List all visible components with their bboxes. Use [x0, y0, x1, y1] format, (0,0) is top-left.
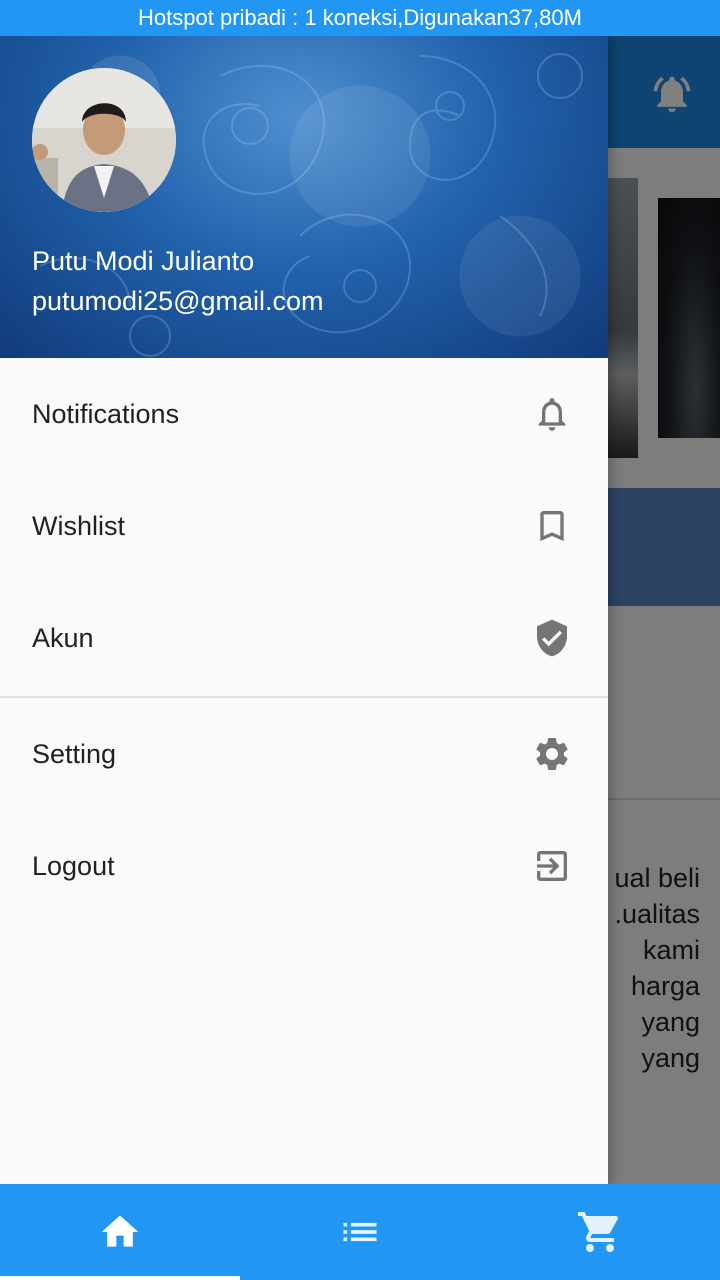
profile-avatar[interactable]: [32, 68, 176, 212]
menu-item-notifications[interactable]: Notifications: [0, 358, 608, 470]
user-email: putumodi25@gmail.com: [32, 286, 324, 316]
menu-item-wishlist[interactable]: Wishlist: [0, 470, 608, 582]
bell-icon: [532, 394, 572, 434]
nav-home-button[interactable]: [0, 1184, 240, 1280]
cart-icon: [578, 1212, 619, 1252]
drawer-header: Putu Modi Julianto putumodi25@gmail.com: [0, 36, 608, 358]
menu-item-akun[interactable]: Akun: [0, 582, 608, 694]
navigation-drawer: Putu Modi Julianto putumodi25@gmail.com …: [0, 36, 608, 1184]
menu-item-setting[interactable]: Setting: [0, 698, 608, 810]
verified-shield-icon: [532, 618, 572, 658]
nav-cart-button[interactable]: [480, 1184, 720, 1280]
logout-icon: [532, 846, 572, 886]
gear-icon: [532, 734, 572, 774]
menu-item-logout[interactable]: Logout: [0, 810, 608, 922]
home-icon: [101, 1215, 139, 1247]
bottom-navigation: [0, 1184, 720, 1280]
menu-item-label: Logout: [32, 850, 115, 881]
avatar-photo: [32, 68, 176, 212]
menu-item-label: Notifications: [32, 398, 180, 429]
active-tab-indicator: [0, 1276, 240, 1280]
menu-item-label: Akun: [32, 622, 94, 653]
list-icon: [343, 1222, 377, 1242]
menu-item-label: Wishlist: [32, 510, 125, 541]
bookmark-icon: [532, 506, 572, 546]
drawer-menu: Notifications Wishlist Akun Setting Logo…: [0, 358, 608, 922]
user-name: Putu Modi Julianto: [32, 246, 255, 276]
nav-list-button[interactable]: [240, 1184, 480, 1280]
status-bar-text: Hotspot pribadi : 1 koneksi,Digunakan37,…: [138, 5, 582, 30]
menu-item-label: Setting: [32, 738, 117, 769]
status-bar: Hotspot pribadi : 1 koneksi,Digunakan37,…: [0, 0, 720, 36]
